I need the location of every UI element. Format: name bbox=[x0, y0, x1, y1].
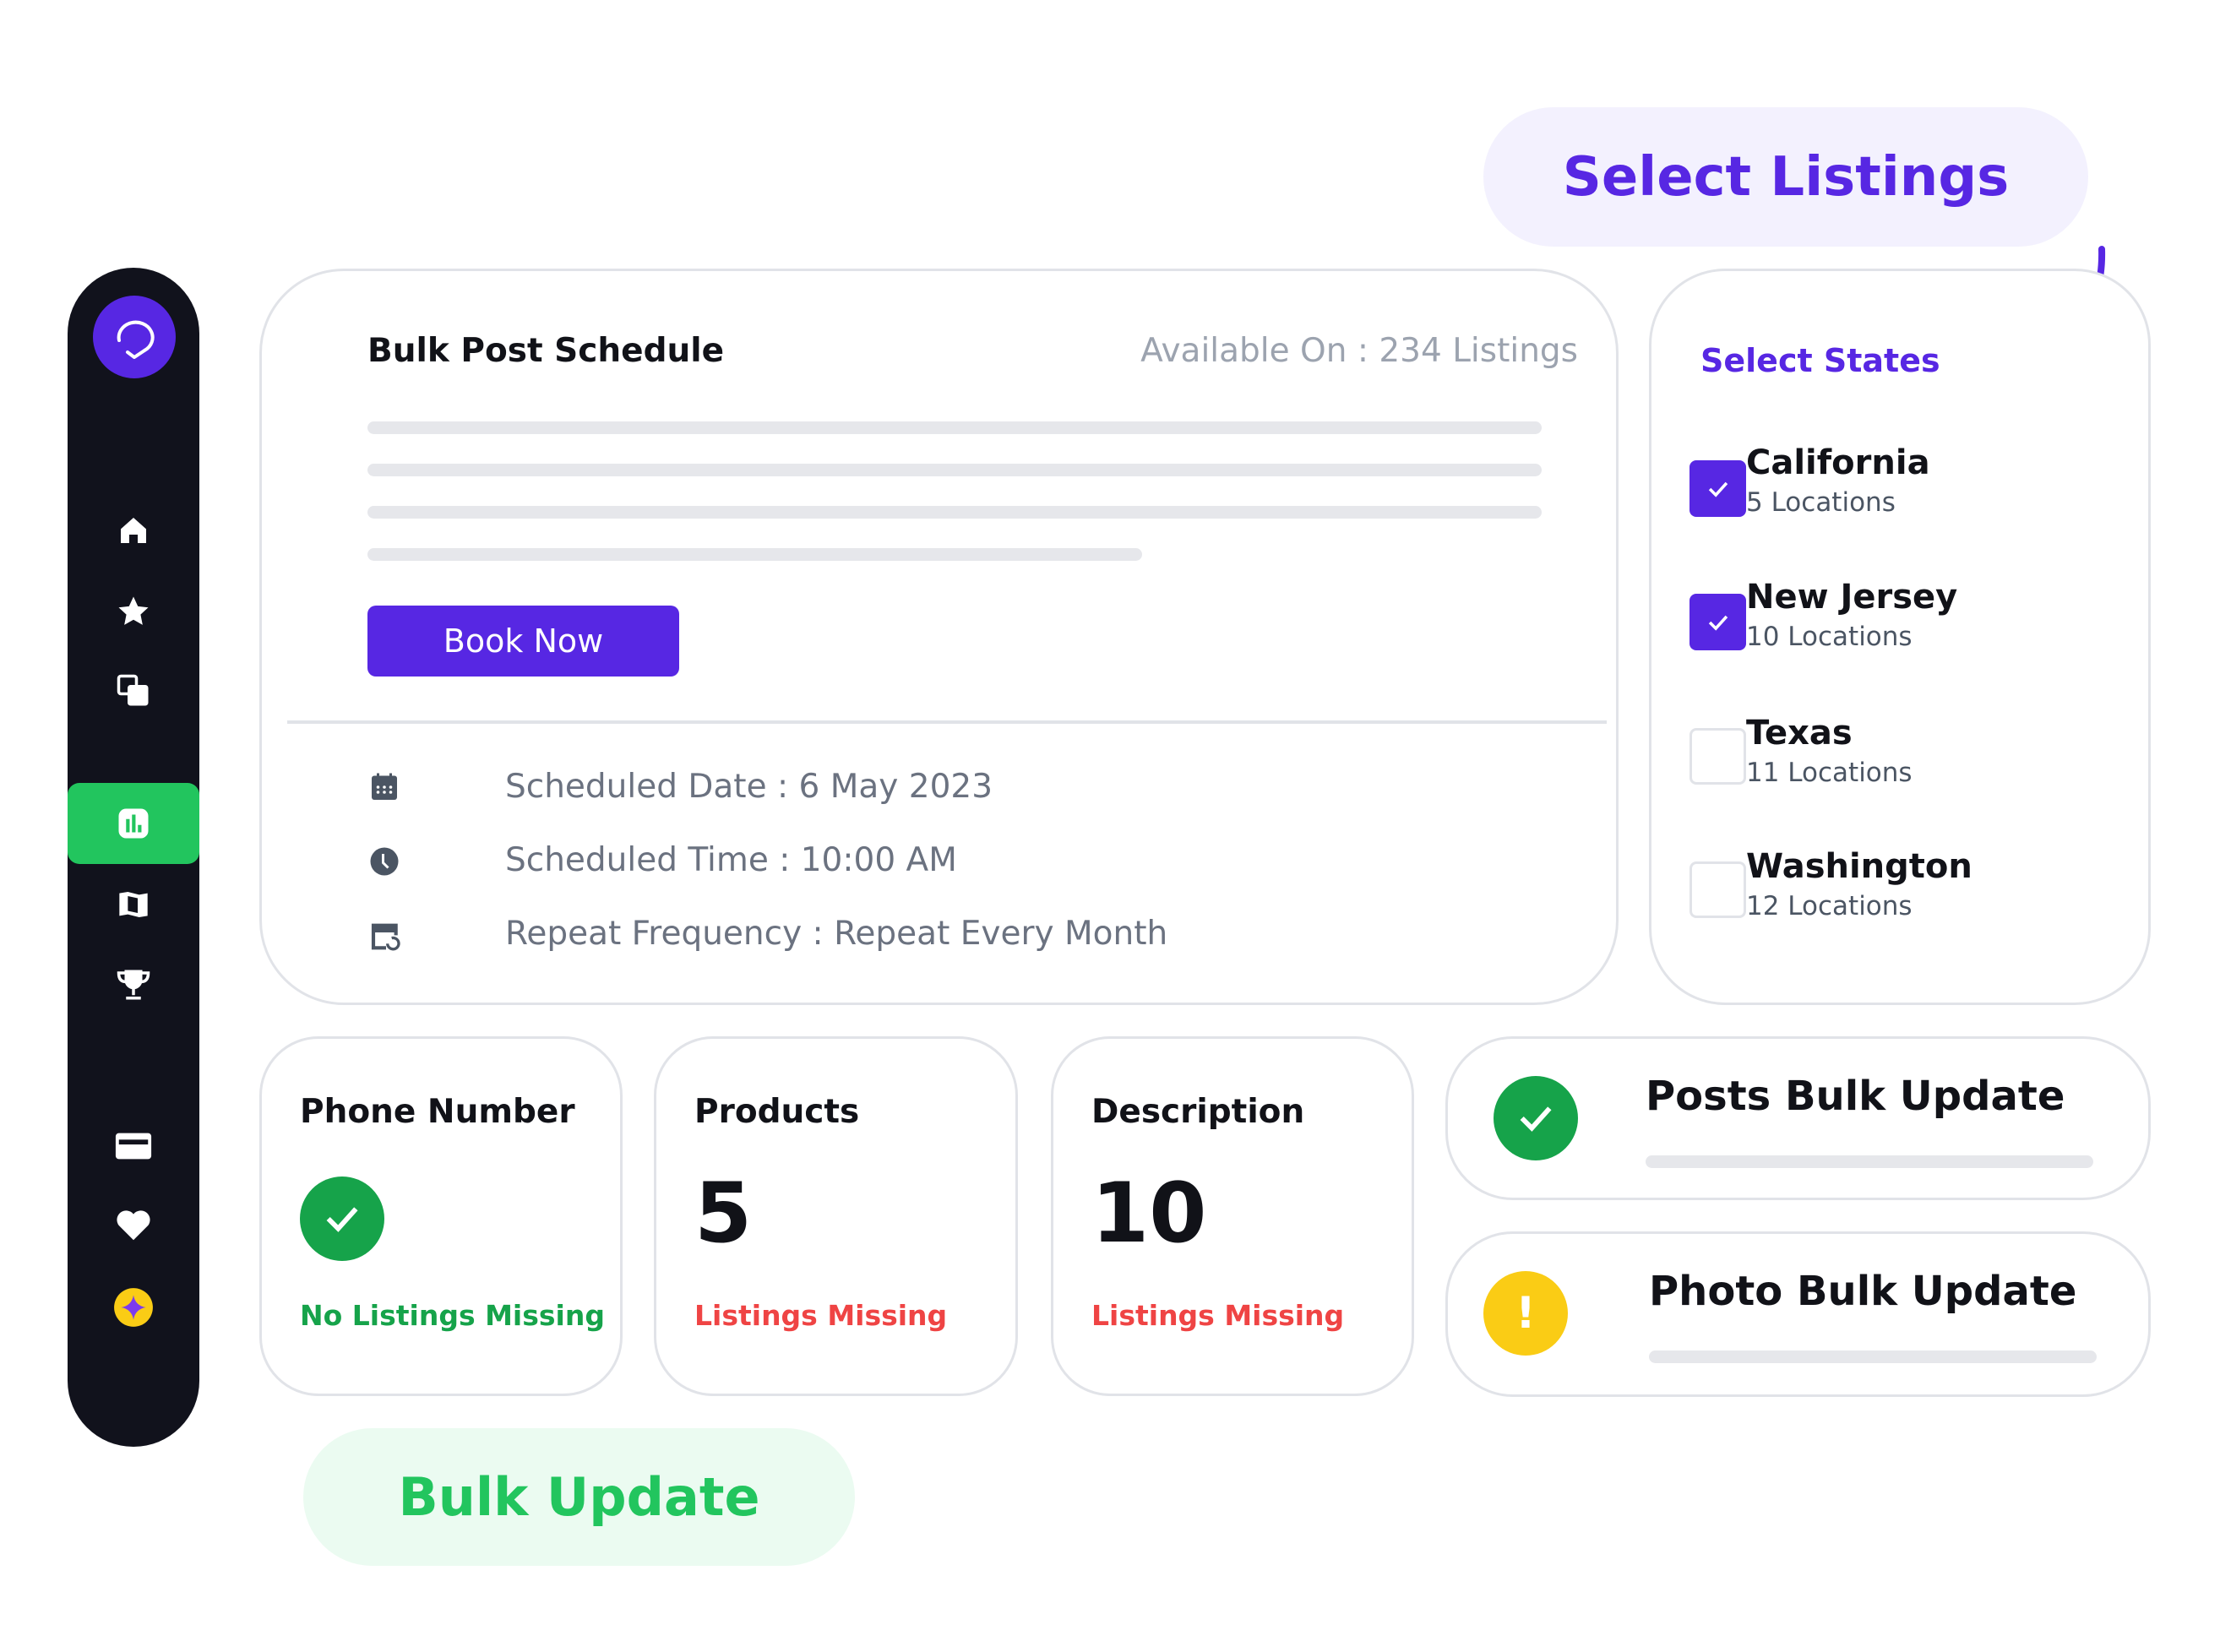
copy-icon bbox=[117, 674, 149, 706]
check-icon bbox=[1708, 615, 1728, 631]
description-card: Description 10 Listings Missing bbox=[1051, 1036, 1414, 1396]
sidebar-item-analytics[interactable] bbox=[68, 783, 199, 864]
progress-bar bbox=[1649, 1350, 2097, 1363]
sidebar-item-map[interactable] bbox=[68, 879, 199, 930]
placeholder-line bbox=[367, 464, 1542, 476]
sidebar-item-home[interactable] bbox=[68, 505, 199, 556]
phone-number-card: Phone Number No Listings Missing bbox=[259, 1036, 623, 1396]
placeholder-line bbox=[367, 506, 1542, 519]
star-icon bbox=[118, 596, 149, 625]
select-listings-label: Select Listings bbox=[1483, 107, 2088, 247]
placeholder-line bbox=[367, 548, 1142, 561]
chart-icon bbox=[118, 808, 149, 839]
bulk-post-schedule-card: Bulk Post Schedule Available On : 234 Li… bbox=[259, 269, 1619, 1005]
progress-bar bbox=[1646, 1155, 2093, 1168]
check-circle-icon bbox=[300, 1177, 384, 1261]
check-circle-icon bbox=[1494, 1076, 1578, 1160]
stat-title: Products bbox=[694, 1093, 860, 1131]
stat-status: Listings Missing bbox=[1091, 1299, 1345, 1332]
check-icon bbox=[1708, 481, 1728, 497]
sidebar-item-favorites[interactable] bbox=[68, 586, 199, 637]
scheduled-time: Scheduled Time : 10:00 AM bbox=[505, 841, 957, 879]
clock-icon bbox=[369, 846, 400, 880]
sidebar-item-rewards[interactable] bbox=[68, 959, 199, 1010]
checkbox-texas[interactable] bbox=[1689, 728, 1746, 785]
sparkle-coin-icon bbox=[114, 1288, 153, 1327]
stat-title: Description bbox=[1091, 1093, 1305, 1131]
products-card: Products 5 Listings Missing bbox=[654, 1036, 1018, 1396]
update-title: Photo Bulk Update bbox=[1649, 1268, 2077, 1315]
posts-bulk-update-card: Posts Bulk Update bbox=[1445, 1036, 2151, 1200]
bulk-update-label: Bulk Update bbox=[303, 1428, 855, 1566]
available-listings: Available On : 234 Listings bbox=[1140, 332, 1578, 370]
stat-value: 5 bbox=[694, 1166, 753, 1262]
calendar-icon bbox=[369, 772, 400, 806]
repeat-frequency: Repeat Frequency : Repeat Every Month bbox=[505, 915, 1168, 953]
logo[interactable] bbox=[93, 296, 176, 378]
state-name: California bbox=[1746, 443, 1930, 482]
photo-bulk-update-card: ! Photo Bulk Update bbox=[1445, 1231, 2151, 1397]
checkbox-new-jersey[interactable] bbox=[1689, 594, 1746, 650]
checkbox-california[interactable] bbox=[1689, 460, 1746, 517]
select-states-card: Select States California 5 Locations New… bbox=[1649, 269, 2151, 1005]
sidebar-item-copy[interactable] bbox=[68, 666, 199, 716]
sidebar bbox=[68, 268, 199, 1447]
book-now-button[interactable]: Book Now bbox=[367, 606, 679, 677]
state-locations: 11 Locations bbox=[1746, 758, 1913, 788]
state-name: New Jersey bbox=[1746, 578, 1958, 617]
heart-icon bbox=[117, 1210, 150, 1241]
state-name: Washington bbox=[1746, 847, 1972, 886]
placeholder-line bbox=[367, 421, 1542, 434]
calendar-repeat-icon bbox=[369, 920, 403, 957]
state-locations: 5 Locations bbox=[1746, 487, 1896, 518]
home-icon bbox=[121, 518, 146, 543]
stat-value: 10 bbox=[1091, 1166, 1207, 1262]
card-title: Bulk Post Schedule bbox=[367, 332, 725, 370]
chat-check-icon bbox=[117, 320, 155, 359]
checkbox-washington[interactable] bbox=[1689, 861, 1746, 918]
map-icon bbox=[119, 892, 148, 917]
update-title: Posts Bulk Update bbox=[1646, 1073, 2065, 1120]
state-locations: 10 Locations bbox=[1746, 622, 1913, 652]
trophy-icon bbox=[117, 970, 150, 1000]
sidebar-item-favorites-heart[interactable] bbox=[68, 1200, 199, 1251]
state-locations: 12 Locations bbox=[1746, 891, 1913, 921]
state-name: Texas bbox=[1746, 714, 1853, 753]
sidebar-item-billing[interactable] bbox=[68, 1121, 199, 1171]
divider bbox=[287, 720, 1607, 724]
scheduled-date: Scheduled Date : 6 May 2023 bbox=[505, 768, 993, 806]
warning-icon: ! bbox=[1483, 1271, 1568, 1356]
sidebar-item-premium[interactable] bbox=[68, 1282, 199, 1333]
credit-card-icon bbox=[115, 1133, 152, 1160]
stat-status: Listings Missing bbox=[694, 1299, 948, 1332]
stat-title: Phone Number bbox=[300, 1093, 575, 1131]
select-states-title: Select States bbox=[1700, 342, 1940, 379]
stat-status: No Listings Missing bbox=[300, 1299, 605, 1332]
